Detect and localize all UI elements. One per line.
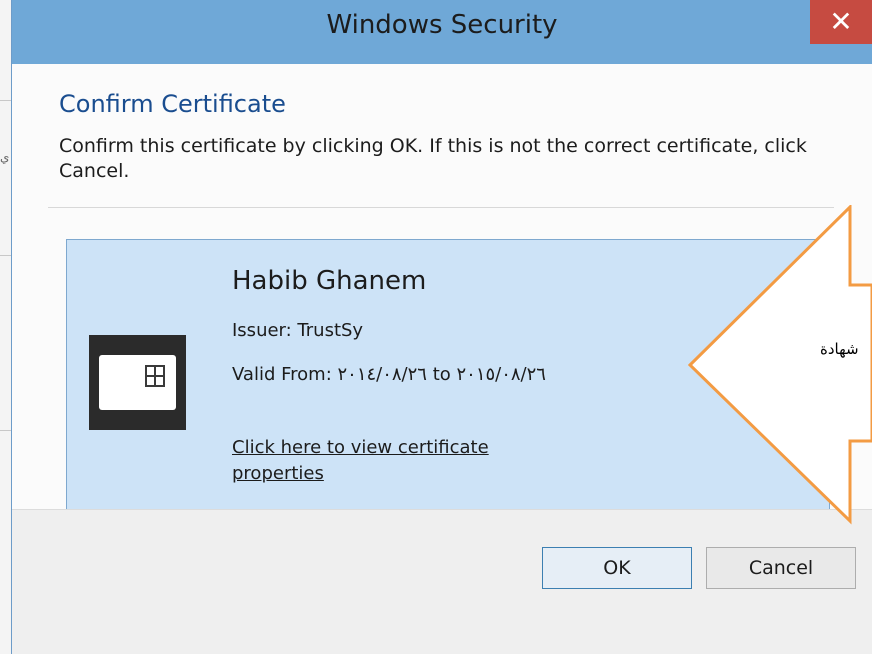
close-button[interactable]: ✕: [810, 0, 872, 44]
window-title: Windows Security: [326, 10, 558, 40]
certificate-issuer: Issuer: TrustSy: [232, 320, 364, 341]
background-text: ي: [0, 150, 10, 164]
view-certificate-properties-link[interactable]: Click here to view certificate propertie…: [232, 435, 552, 487]
certificate-validity: Valid From: ٢٠١٤/٠٨/٢٦ to ٢٠١٥/٠٨/٢٦: [232, 364, 546, 385]
card-chip-icon: [145, 365, 165, 387]
ok-button[interactable]: OK: [542, 547, 692, 589]
cancel-button[interactable]: Cancel: [706, 547, 856, 589]
dialog-heading: Confirm Certificate: [59, 90, 286, 118]
callout-label: شهادة: [820, 340, 859, 358]
certificate-name: Habib Ghanem: [232, 266, 427, 296]
smart-card-icon: [99, 355, 176, 410]
certificate-icon: [89, 335, 186, 430]
close-icon: ✕: [829, 5, 853, 38]
callout-arrow: [688, 205, 872, 525]
dialog-description: Confirm this certificate by clicking OK.…: [59, 135, 807, 182]
title-bar[interactable]: Windows Security ✕: [12, 0, 872, 64]
dialog-footer: OK Cancel: [12, 509, 872, 654]
